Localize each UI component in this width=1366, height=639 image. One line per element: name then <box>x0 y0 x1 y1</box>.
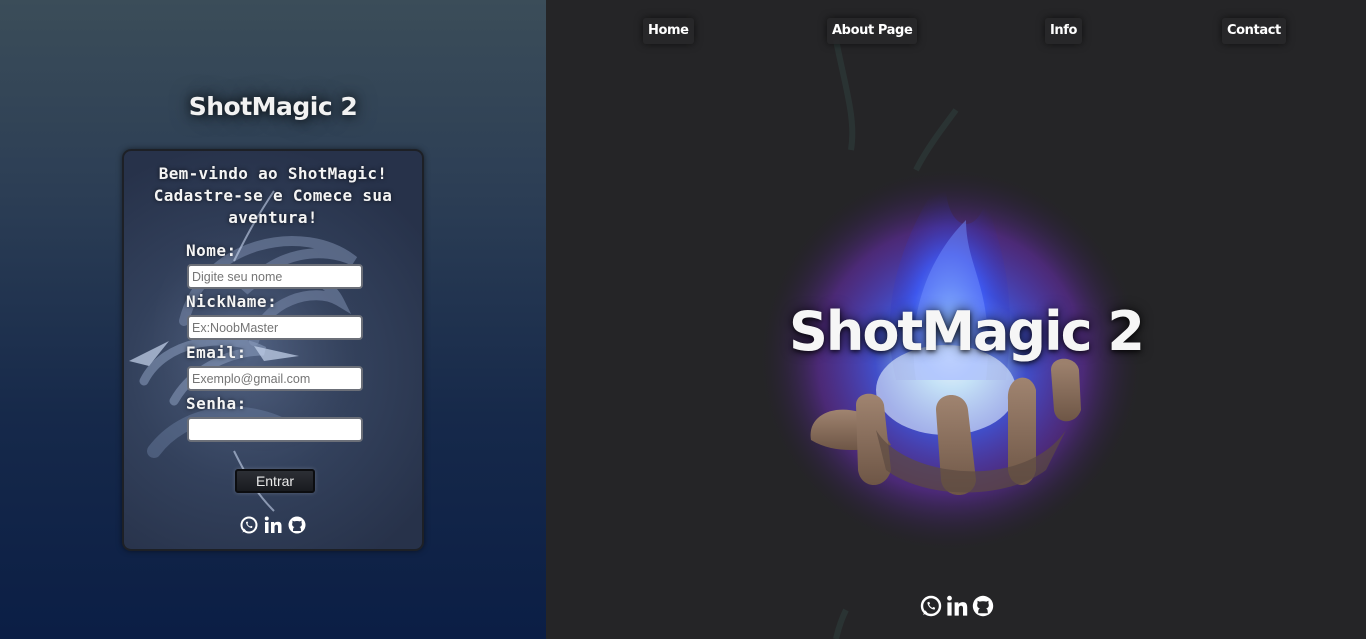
email-label: Email: <box>186 343 247 362</box>
nav-home[interactable]: Home <box>643 18 694 44</box>
hero-section: Home About Page Info Contact ShotMagic 2 <box>546 0 1366 639</box>
github-icon[interactable] <box>287 515 307 539</box>
nav-info[interactable]: Info <box>1045 18 1083 44</box>
password-input[interactable] <box>187 417 363 442</box>
linkedin-icon[interactable] <box>945 594 969 622</box>
welcome-line: Cadastre-se e Comece sua <box>153 186 393 205</box>
hero-social-links <box>919 594 995 622</box>
whatsapp-icon[interactable] <box>239 515 259 539</box>
nickname-label: NickName: <box>186 292 278 311</box>
nav-about-page[interactable]: About Page <box>827 18 918 44</box>
hero-title: ShotMagic 2 <box>789 300 1145 363</box>
email-input[interactable] <box>187 366 363 391</box>
whatsapp-icon[interactable] <box>919 594 943 622</box>
linkedin-icon[interactable] <box>263 515 283 539</box>
panel-title: ShotMagic 2 <box>188 92 358 121</box>
welcome-heading: Bem-vindo ao ShotMagic! Cadastre-se e Co… <box>124 163 422 229</box>
enter-button[interactable]: Entrar <box>235 469 315 493</box>
signup-form: Bem-vindo ao ShotMagic! Cadastre-se e Co… <box>122 149 424 551</box>
github-icon[interactable] <box>971 594 995 622</box>
signup-panel: ShotMagic 2 Bem-vindo ao ShotMagic! Cada… <box>0 0 546 639</box>
nav-contact[interactable]: Contact <box>1222 18 1286 44</box>
name-input[interactable] <box>187 264 363 289</box>
name-label: Nome: <box>186 241 237 260</box>
card-social-links <box>124 515 422 539</box>
nickname-input[interactable] <box>187 315 363 340</box>
password-label: Senha: <box>186 394 247 413</box>
welcome-line: Bem-vindo ao ShotMagic! <box>158 164 388 183</box>
welcome-line: aventura! <box>228 208 318 227</box>
